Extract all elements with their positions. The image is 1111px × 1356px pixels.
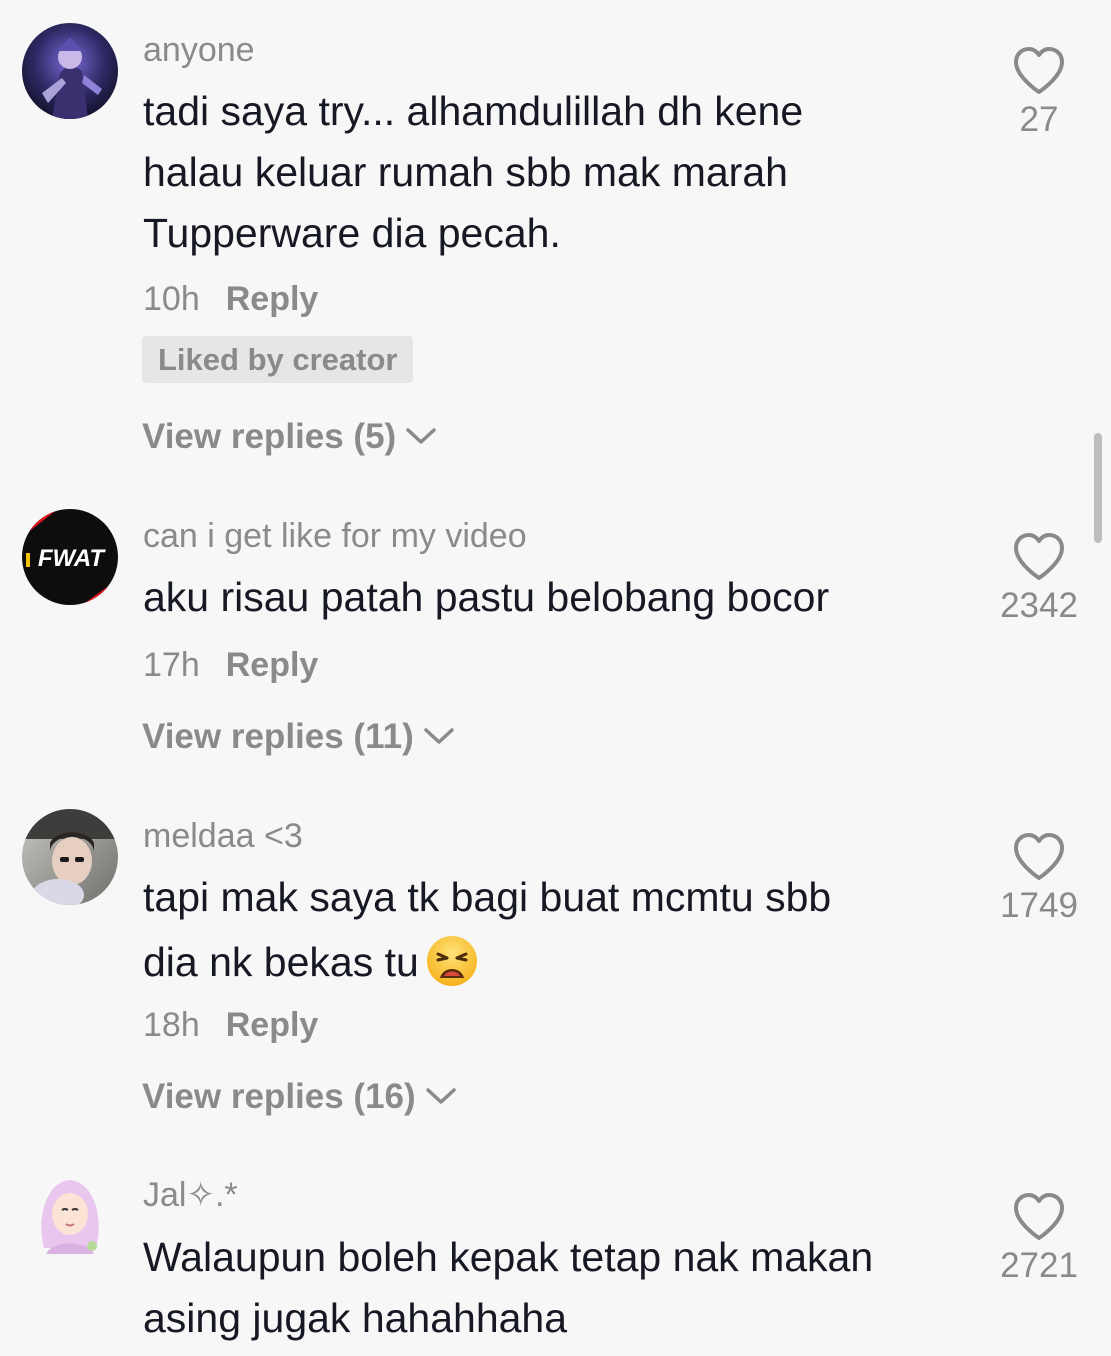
- comment-text-line: Walaupun boleh kepak tetap nak makan: [143, 1234, 874, 1280]
- comment-username[interactable]: Jal✧.*: [143, 1175, 238, 1215]
- chevron-down-icon: [406, 428, 436, 444]
- reply-button[interactable]: Reply: [226, 1006, 319, 1044]
- view-replies-button[interactable]: View replies (16): [142, 1076, 456, 1118]
- view-replies-label: View replies (16): [142, 1077, 416, 1116]
- heart-outline-icon[interactable]: [1012, 532, 1066, 582]
- comment-meta: 17h Reply: [143, 645, 318, 685]
- like-column: 2342: [985, 532, 1093, 626]
- comment-text-line: aku risau patah pastu belobang bocor: [143, 574, 830, 620]
- like-count: 1749: [1000, 886, 1078, 925]
- comment-text-fragment: dia nk bekas tu: [143, 939, 419, 985]
- reply-button[interactable]: Reply: [226, 280, 319, 318]
- avatar-text: FWAT: [38, 545, 107, 572]
- comment-text: Walaupun boleh kepak tetap nak makan asi…: [143, 1227, 943, 1349]
- avatar[interactable]: [22, 1168, 118, 1264]
- heart-outline-icon[interactable]: [1012, 832, 1066, 882]
- comment-text-line: asing jugak hahahhaha: [143, 1295, 568, 1341]
- view-replies-label: View replies (11): [142, 717, 414, 756]
- comment-username[interactable]: can i get like for my video: [143, 516, 527, 556]
- view-replies-button[interactable]: View replies (11): [142, 716, 454, 758]
- liked-by-creator-badge: Liked by creator: [142, 336, 414, 383]
- chevron-down-icon: [425, 1088, 456, 1104]
- comment-username[interactable]: anyone: [143, 30, 255, 70]
- avatar[interactable]: [22, 809, 118, 905]
- comment-username[interactable]: meldaa <3: [143, 816, 303, 856]
- like-count: 2721: [1000, 1246, 1078, 1285]
- comment-meta: 18h Reply: [143, 1005, 318, 1045]
- reply-button[interactable]: Reply: [226, 646, 319, 684]
- chevron-down-icon: [423, 728, 454, 744]
- comment-text-line: tadi saya try... alhamdulillah dh kene: [143, 88, 804, 134]
- like-column: 1749: [985, 832, 1093, 926]
- weary-face-emoji-icon: [426, 936, 477, 987]
- view-replies-label: View replies (5): [142, 417, 397, 456]
- like-column: 27: [985, 46, 1093, 140]
- comment-text: tapi mak saya tk bagi buat mcmtu sbb dia…: [143, 867, 943, 993]
- comment-text: aku risau patah pastu belobang bocor: [143, 567, 943, 628]
- comment-text-line: Tupperware dia pecah.: [143, 210, 561, 256]
- like-count: 2342: [1000, 586, 1078, 625]
- comment-text-line: tapi mak saya tk bagi buat mcmtu sbb: [143, 874, 832, 920]
- comment-meta: 10h Reply: [143, 279, 318, 319]
- heart-outline-icon[interactable]: [1012, 1192, 1066, 1242]
- comment-timestamp: 18h: [143, 1006, 200, 1044]
- scrollbar[interactable]: [1094, 433, 1102, 543]
- avatar[interactable]: [22, 23, 118, 119]
- comment-text-line: dia nk bekas tu: [143, 932, 943, 993]
- like-column: 2721: [985, 1192, 1093, 1286]
- avatar[interactable]: FWAT: [22, 509, 118, 605]
- view-replies-button[interactable]: View replies (5): [142, 416, 436, 458]
- comment-text: tadi saya try... alhamdulillah dh kene h…: [143, 81, 943, 264]
- comments-panel: anyone tadi saya try... alhamdulillah dh…: [0, 0, 1111, 1356]
- comment-timestamp: 17h: [143, 646, 200, 684]
- heart-outline-icon[interactable]: [1012, 46, 1066, 96]
- comment-timestamp: 10h: [143, 280, 200, 318]
- comment-text-line: halau keluar rumah sbb mak marah: [143, 149, 788, 195]
- like-count: 27: [1019, 100, 1059, 139]
